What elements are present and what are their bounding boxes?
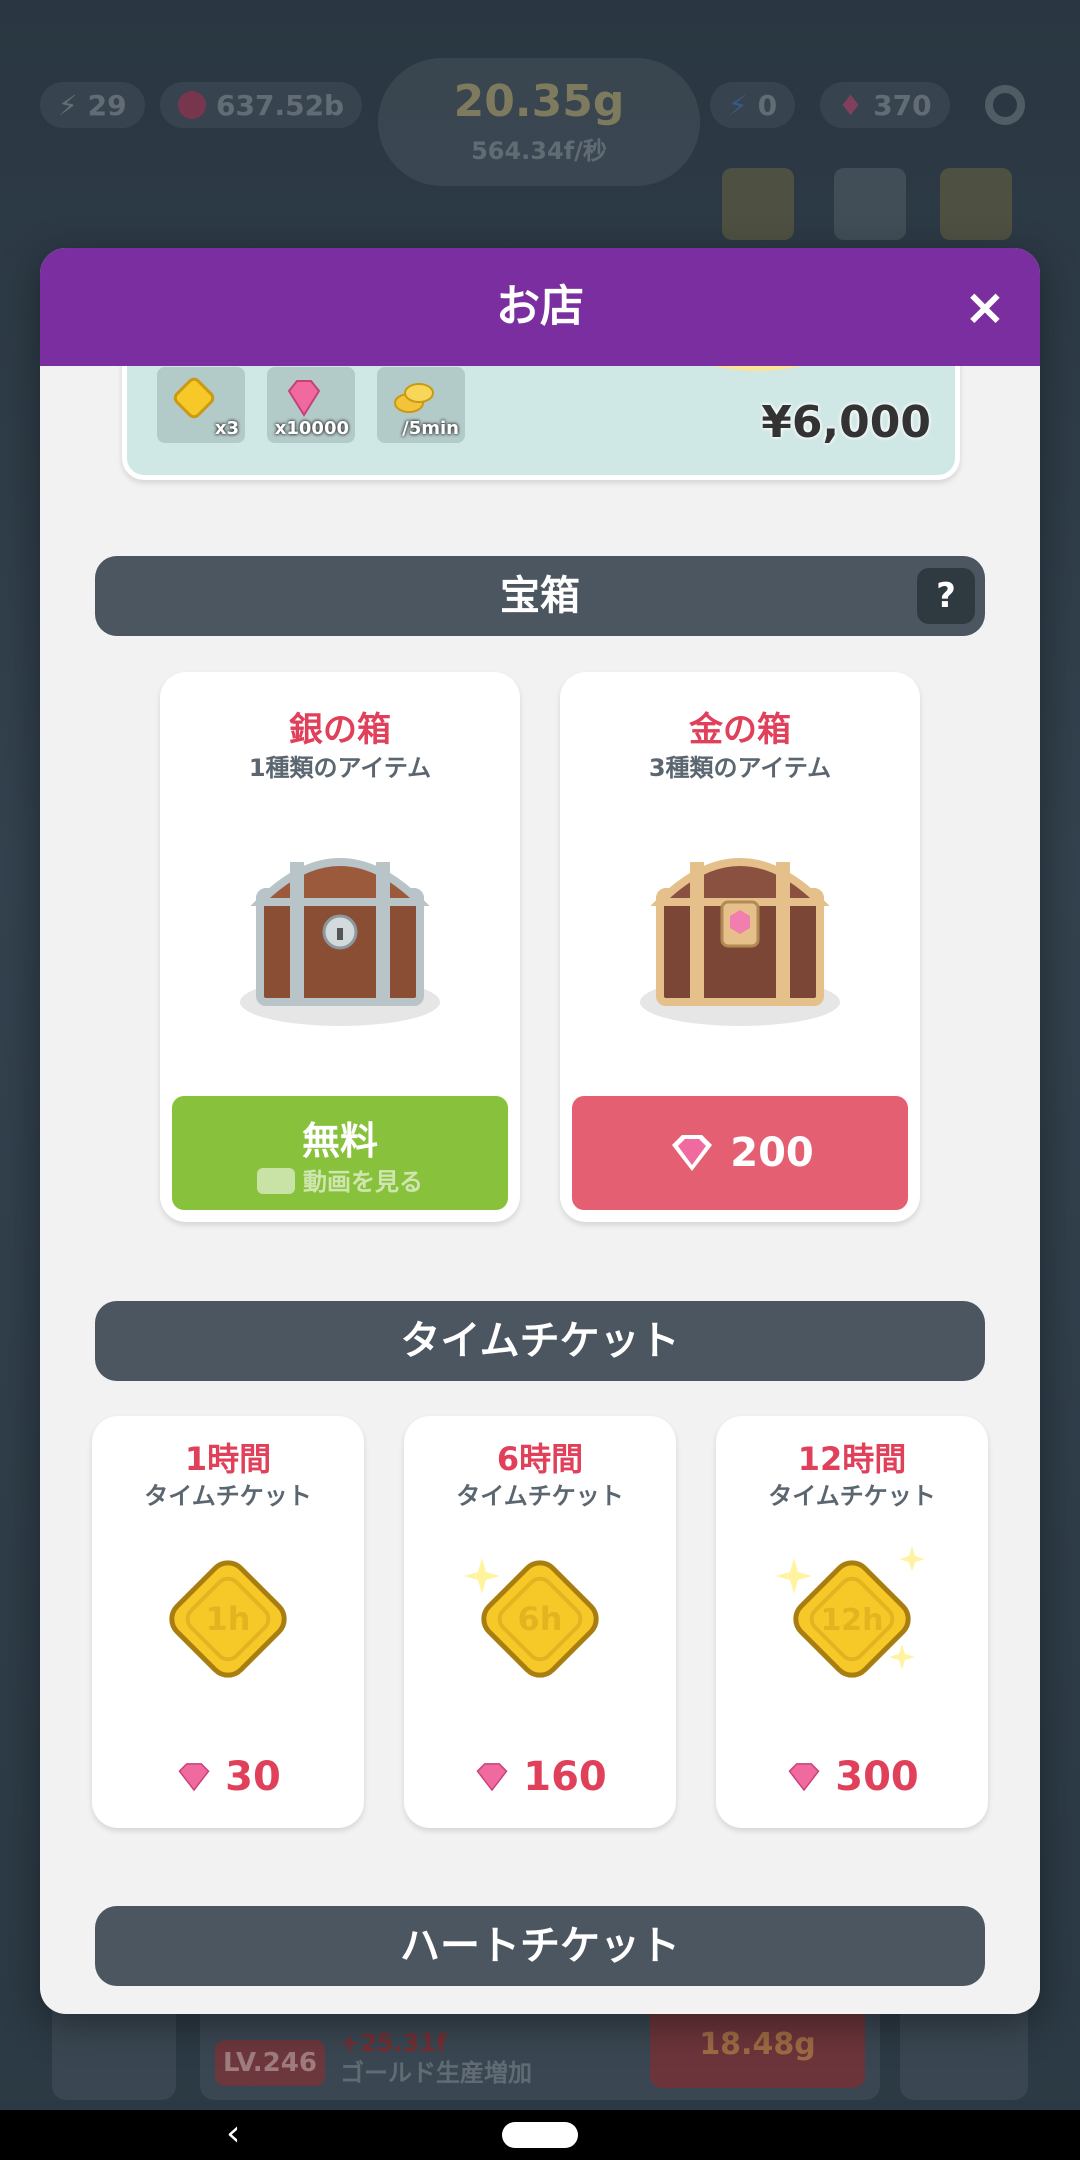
gold-chest-icon xyxy=(640,858,840,1026)
shop-scroll-area[interactable]: x3 x10000 /5min ¥6,000 宝箱 ? 銀の箱 1種類のアイテム… xyxy=(40,366,1040,2014)
time-ticket-1h-icon: 1h xyxy=(169,1560,287,1678)
background-status-bar: ⚡ 29 637.52b 20.35g 564.34f/秒 ⚡ 0 ♦ 370 xyxy=(0,0,1080,240)
lightning-icon: ⚡ xyxy=(58,88,78,122)
silver-chest-name: 銀の箱 xyxy=(289,710,391,750)
upgrade-text: +25.31f ゴールド生産増加 xyxy=(340,2029,532,2087)
background-upgrade-bar: LV.246 +25.31f ゴールド生産増加 xyxy=(0,2000,1080,2110)
silver-chest-card: 銀の箱 1種類のアイテム 無料 動画を見る xyxy=(160,672,520,1222)
time-ticket-icon xyxy=(173,377,215,419)
chest-help-button[interactable]: ? xyxy=(917,568,975,624)
energy-stat: ⚡ 0 xyxy=(710,82,796,128)
pink-coin-icon xyxy=(178,91,206,119)
shop-modal: お店 × x3 x10000 /5min ¥6,000 宝箱 ? 銀の箱 1種類… xyxy=(40,248,1040,2014)
close-button[interactable]: × xyxy=(960,282,1010,332)
time-ticket-12h-icon: 12h xyxy=(776,1546,925,1678)
gold-chest-card: 金の箱 3種類のアイテム 200 xyxy=(560,672,920,1222)
gem-icon xyxy=(287,380,321,417)
pack-item-gems: x10000 xyxy=(267,367,355,443)
value-pack-banner[interactable]: x3 x10000 /5min ¥6,000 xyxy=(122,366,960,480)
gold-chest-subtitle: 3種類のアイテム xyxy=(648,754,832,782)
home-pill[interactable] xyxy=(502,2122,578,2148)
pack-price: ¥6,000 xyxy=(761,397,931,448)
chest-section-header: 宝箱 ? xyxy=(95,556,985,636)
pack-glow xyxy=(657,366,857,371)
coins-icon xyxy=(394,383,434,413)
modal-title: お店 xyxy=(496,281,584,332)
trophy-icon xyxy=(722,168,794,240)
silver-chest-subtitle: 1種類のアイテム xyxy=(248,754,432,782)
time-ticket-card-6h[interactable]: 6時間 タイムチケット 6h 160 xyxy=(404,1416,676,1828)
silver-chest-icon xyxy=(240,858,440,1026)
pack-item-ticket: x3 xyxy=(157,367,245,443)
trophy-stat: ⚡ 29 xyxy=(40,82,145,128)
gold-counter: 20.35g 564.34f/秒 xyxy=(378,58,700,186)
svg-text:1h: 1h xyxy=(205,1600,250,1638)
pink-currency-stat: 637.52b xyxy=(160,82,363,128)
free-chest-button[interactable]: 無料 動画を見る xyxy=(172,1096,508,1210)
back-chevron-icon[interactable]: ‹ xyxy=(226,2116,254,2152)
video-play-icon xyxy=(257,1168,295,1194)
settings-gear-icon xyxy=(985,85,1025,125)
quest-list-icon xyxy=(834,168,906,240)
gem-icon xyxy=(672,1135,713,1171)
bg-slot-left xyxy=(52,2000,176,2100)
gem-icon: ♦ xyxy=(838,88,864,122)
time-ticket-section-header: タイムチケット xyxy=(95,1301,985,1381)
pack-item-coins: /5min xyxy=(377,367,465,443)
android-nav-bar: ‹ xyxy=(0,2110,1080,2160)
gem-icon xyxy=(178,1763,210,1792)
svg-text:12h: 12h xyxy=(820,1603,883,1638)
time-ticket-card-1h[interactable]: 1時間 タイムチケット 1h 30 xyxy=(92,1416,364,1828)
bg-slot-right xyxy=(900,2000,1028,2100)
modal-header: お店 × xyxy=(40,248,1040,366)
bolt-icon: ⚡ xyxy=(728,88,748,122)
heart-ticket-section-header: ハートチケット xyxy=(95,1906,985,1986)
gem-icon xyxy=(788,1763,820,1792)
gold-chest-buy-button[interactable]: 200 xyxy=(572,1096,908,1210)
gem-icon xyxy=(476,1763,508,1792)
shop-bag-icon xyxy=(940,168,1012,240)
gold-chest-name: 金の箱 xyxy=(689,710,791,750)
svg-text:6h: 6h xyxy=(517,1600,562,1638)
time-ticket-6h-icon: 6h xyxy=(464,1558,599,1678)
level-badge: LV.246 xyxy=(215,2040,325,2086)
gem-stat: ♦ 370 xyxy=(820,82,950,128)
time-ticket-card-12h[interactable]: 12時間 タイムチケット 12h 300 xyxy=(716,1416,988,1828)
